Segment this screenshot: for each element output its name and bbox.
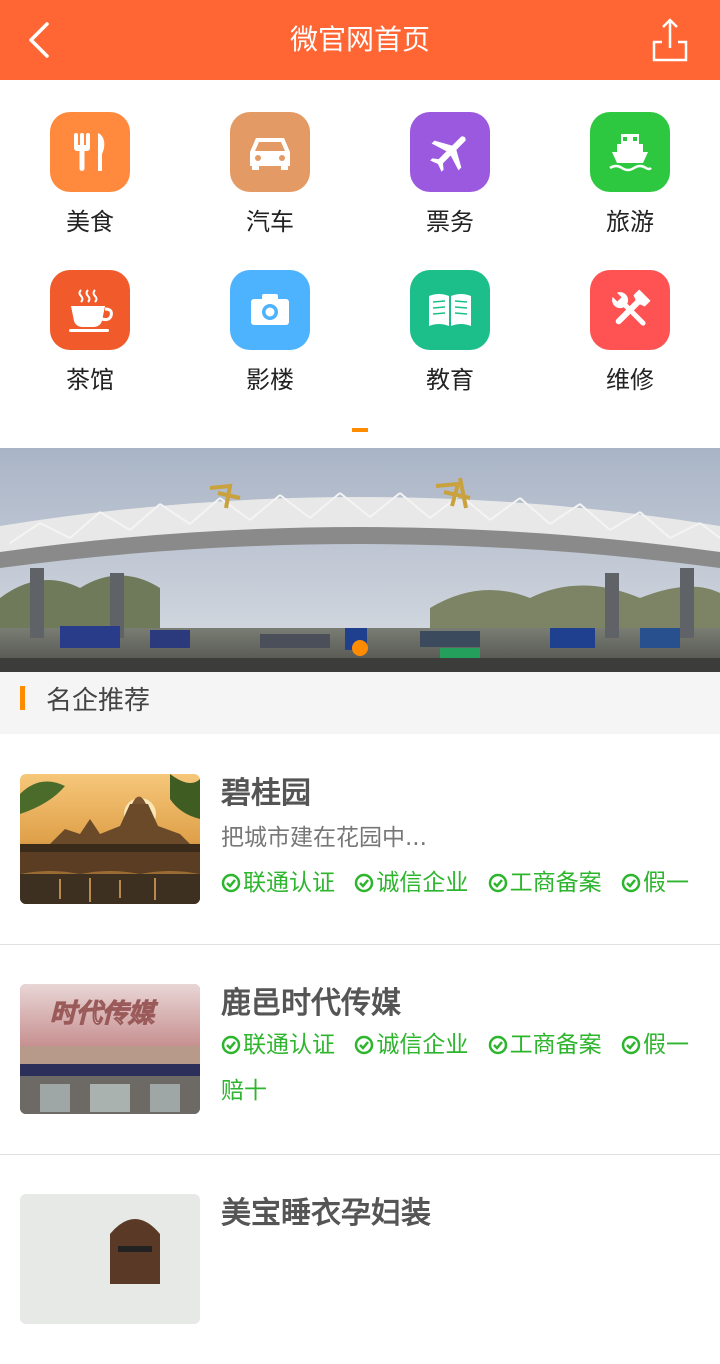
category-label: 茶馆 [66, 366, 114, 394]
list-item[interactable]: 时代传媒 鹿邑时代传媒 联通认证 诚信企业 工商备案 假一 赔十 [0, 944, 720, 1155]
list-item[interactable]: 美宝睡衣孕妇装 [0, 1154, 720, 1364]
section-accent-bar [20, 686, 25, 710]
check-circle-icon [221, 873, 241, 893]
badge-label: 假一 [642, 1032, 689, 1058]
badge: 诚信企业 [354, 860, 468, 906]
category-education[interactable]: 教育 [360, 238, 540, 394]
category-label: 票务 [426, 208, 474, 236]
airplane-icon [410, 112, 490, 192]
badge: 假一 [621, 1022, 689, 1068]
category-label: 维修 [606, 366, 654, 394]
badge-label: 联通认证 [243, 870, 335, 896]
badge-continued: 赔十 [221, 1068, 267, 1114]
teacup-icon [50, 270, 130, 350]
category-grid: 美食 汽车 票务 旅游 茶馆 影楼 教育 维修 [0, 80, 720, 448]
company-thumbnail [20, 774, 200, 904]
badge: 诚信企业 [354, 1022, 468, 1068]
category-travel[interactable]: 旅游 [540, 80, 720, 236]
grid-page-indicator [352, 428, 368, 432]
category-car[interactable]: 汽车 [180, 80, 360, 236]
company-name: 美宝睡衣孕妇装 [221, 1196, 431, 1231]
section-title: 名企推荐 [46, 686, 151, 716]
category-label: 旅游 [606, 208, 654, 236]
badge-label: 赔十 [221, 1078, 267, 1104]
badge-label: 诚信企业 [376, 1032, 469, 1058]
category-tickets[interactable]: 票务 [360, 80, 540, 236]
badge: 假一 [621, 860, 689, 906]
badge: 联通认证 [221, 860, 335, 906]
list-item[interactable]: 碧桂园 把城市建在花园中... 联通认证 诚信企业 工商备案 假一 [0, 734, 720, 945]
badge-list: 联通认证 诚信企业 工商备案 假一 赔十 [221, 1022, 701, 1114]
car-icon [230, 112, 310, 192]
badge: 联通认证 [221, 1022, 335, 1068]
section-header: 名企推荐 [0, 672, 720, 734]
check-circle-icon [355, 873, 374, 893]
company-thumbnail: 时代传媒 [20, 984, 200, 1114]
company-name: 碧桂园 [221, 776, 311, 811]
share-icon[interactable] [650, 16, 690, 64]
category-food[interactable]: 美食 [0, 80, 180, 236]
badge-label: 诚信企业 [376, 870, 469, 896]
check-circle-icon [621, 873, 641, 893]
category-label: 汽车 [246, 208, 294, 236]
utensils-icon [50, 112, 130, 192]
badge-label: 工商备案 [509, 870, 602, 896]
category-repair[interactable]: 维修 [540, 238, 720, 394]
banner-page-indicator [352, 640, 368, 656]
badge: 工商备案 [488, 1022, 602, 1068]
company-description: 把城市建在花园中... [221, 825, 427, 851]
check-circle-icon [221, 1035, 241, 1055]
category-label: 教育 [426, 366, 474, 394]
badge-label: 联通认证 [243, 1032, 335, 1058]
banner-image[interactable] [0, 448, 720, 672]
category-label: 美食 [66, 208, 114, 236]
ship-icon [590, 112, 670, 192]
page-title: 微官网首页 [289, 23, 430, 56]
badge-label: 假一 [642, 870, 689, 896]
tools-icon [590, 270, 670, 350]
camera-icon [230, 270, 310, 350]
category-teahouse[interactable]: 茶馆 [0, 238, 180, 394]
check-circle-icon [621, 1035, 641, 1055]
category-studio[interactable]: 影楼 [180, 238, 360, 394]
thumbnail-sign-text: 时代传媒 [50, 999, 158, 1029]
badge-label: 工商备案 [509, 1032, 602, 1058]
category-label: 影楼 [246, 366, 294, 394]
company-name: 鹿邑时代传媒 [221, 986, 401, 1021]
check-circle-icon [488, 1035, 507, 1055]
company-thumbnail [20, 1194, 200, 1324]
book-icon [410, 270, 490, 350]
badge-list: 联通认证 诚信企业 工商备案 假一 [221, 860, 701, 906]
top-bar: 微官网首页 [0, 0, 720, 80]
check-circle-icon [488, 873, 507, 893]
check-circle-icon [355, 1035, 374, 1055]
badge: 工商备案 [488, 860, 602, 906]
